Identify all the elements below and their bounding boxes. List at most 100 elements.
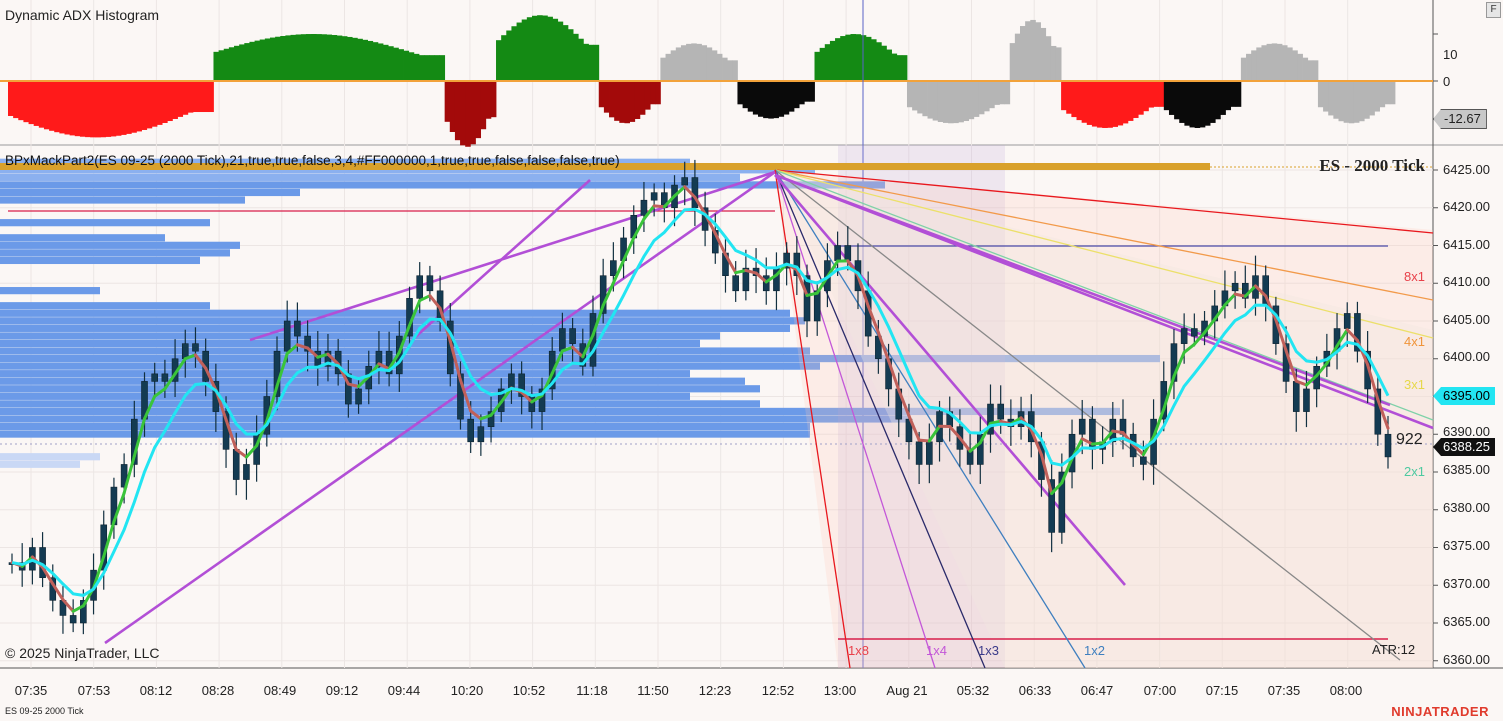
- adx-bar: [1168, 81, 1175, 115]
- adx-bar: [208, 81, 214, 113]
- last-price-tag: 6388.25: [1433, 438, 1495, 456]
- adx-bar: [192, 81, 199, 113]
- candle-body: [640, 199, 648, 216]
- adx-bar: [326, 34, 333, 81]
- adx-bar: [1199, 81, 1206, 128]
- adx-bar: [1189, 81, 1196, 128]
- atr-label: ATR:12: [1372, 642, 1416, 657]
- time-tick-label: 07:35: [14, 683, 48, 698]
- candle-body: [610, 260, 617, 277]
- adx-bar: [1050, 45, 1057, 81]
- adx-bar: [439, 55, 446, 81]
- adx-bar: [95, 81, 101, 138]
- time-tick-label: 10:20: [450, 683, 484, 698]
- adx-bar: [121, 81, 127, 135]
- adx-bar: [763, 81, 769, 119]
- volume-profile-bar: [0, 385, 760, 393]
- candle-body: [1384, 433, 1392, 458]
- adx-bar: [634, 81, 641, 119]
- adx-bar: [665, 53, 672, 81]
- gann-label-1x4: 1x4: [926, 643, 947, 658]
- adx-bar: [1225, 81, 1232, 111]
- volume-profile-bar: [0, 317, 805, 325]
- adx-bar: [901, 55, 908, 81]
- float-button[interactable]: F: [1486, 2, 1501, 18]
- adx-bar: [85, 81, 91, 138]
- adx-bar: [1076, 81, 1083, 121]
- volume-profile-bar: [0, 392, 690, 400]
- candle-body: [650, 192, 658, 201]
- time-tick-label: 08:49: [263, 683, 297, 698]
- adx-bar: [609, 81, 615, 118]
- adx-bar: [398, 49, 404, 81]
- bar-counter: 922: [1396, 431, 1423, 448]
- adx-bar: [1004, 81, 1011, 105]
- adx-bar: [562, 25, 569, 81]
- ninjatrader-logo: NINJATRADER: [1391, 704, 1489, 719]
- adx-bar: [8, 81, 14, 116]
- copyright-label: © 2025 NinjaTrader, LLC: [5, 645, 160, 661]
- price-tick-label: 6365.00: [1443, 614, 1490, 629]
- adx-bar: [506, 30, 512, 81]
- adx-bar: [126, 81, 132, 134]
- adx-bar: [650, 81, 656, 105]
- candle-body: [844, 245, 852, 261]
- adx-bar: [18, 81, 24, 121]
- adx-bar: [321, 34, 327, 81]
- candle-body: [192, 343, 199, 352]
- adx-bar: [228, 47, 235, 81]
- adx-bar: [824, 44, 831, 81]
- adx-bar: [259, 39, 266, 81]
- adx-bar: [1353, 81, 1360, 123]
- adx-bar: [1369, 81, 1375, 116]
- price-tick-label: 6390.00: [1443, 424, 1490, 439]
- time-tick-label: 09:44: [387, 683, 421, 698]
- adx-bar: [403, 50, 410, 81]
- adx-bar: [418, 55, 425, 81]
- adx-bar: [768, 81, 774, 119]
- adx-bar: [686, 43, 692, 81]
- candle-body: [1180, 328, 1188, 344]
- adx-bar: [408, 52, 415, 81]
- instrument-label: ES - 2000 Tick: [1319, 156, 1425, 175]
- time-tick-label: 12:52: [761, 683, 795, 698]
- adx-bar: [501, 35, 507, 81]
- adx-bar: [496, 40, 502, 81]
- adx-bar: [737, 81, 743, 105]
- chart-canvas[interactable]: [0, 0, 1503, 721]
- adx-bar: [383, 44, 389, 81]
- adx-bar: [526, 17, 533, 81]
- adx-bar: [1256, 47, 1262, 81]
- adx-bar: [136, 81, 142, 132]
- adx-bar: [906, 81, 913, 108]
- adx-bar: [33, 81, 40, 126]
- volume-profile-bar: [0, 234, 165, 242]
- adx-bar: [670, 50, 677, 81]
- adx-bar: [1210, 81, 1216, 123]
- adx-bar: [141, 81, 148, 130]
- adx-bar: [567, 29, 574, 81]
- adx-bar: [850, 34, 857, 81]
- adx-bar: [1302, 57, 1309, 81]
- adx-bar: [162, 81, 168, 123]
- adx-bar: [1343, 81, 1350, 123]
- gann-label-2x1: 2x1: [1404, 464, 1425, 479]
- adx-bar: [891, 53, 898, 81]
- adx-bar: [691, 43, 697, 81]
- ema-slow-segment: [1233, 292, 1247, 298]
- adx-bar: [516, 22, 523, 82]
- price-tick-label: 6415.00: [1443, 237, 1490, 252]
- adx-bar: [578, 38, 584, 81]
- adx-bar: [711, 50, 718, 81]
- adx-bar: [393, 47, 399, 81]
- adx-bar: [814, 51, 821, 81]
- adx-bar: [203, 81, 209, 113]
- adx-bar: [1055, 47, 1062, 81]
- adx-bar: [1066, 81, 1072, 114]
- adx-bar: [783, 81, 790, 115]
- adx-bar: [280, 36, 286, 81]
- adx-bar: [629, 81, 636, 122]
- time-tick-label: 11:18: [576, 683, 608, 698]
- price-panel-title: BPxMackPart2(ES 09-25 (2000 Tick),21,tru…: [5, 153, 620, 168]
- adx-bar: [69, 81, 76, 136]
